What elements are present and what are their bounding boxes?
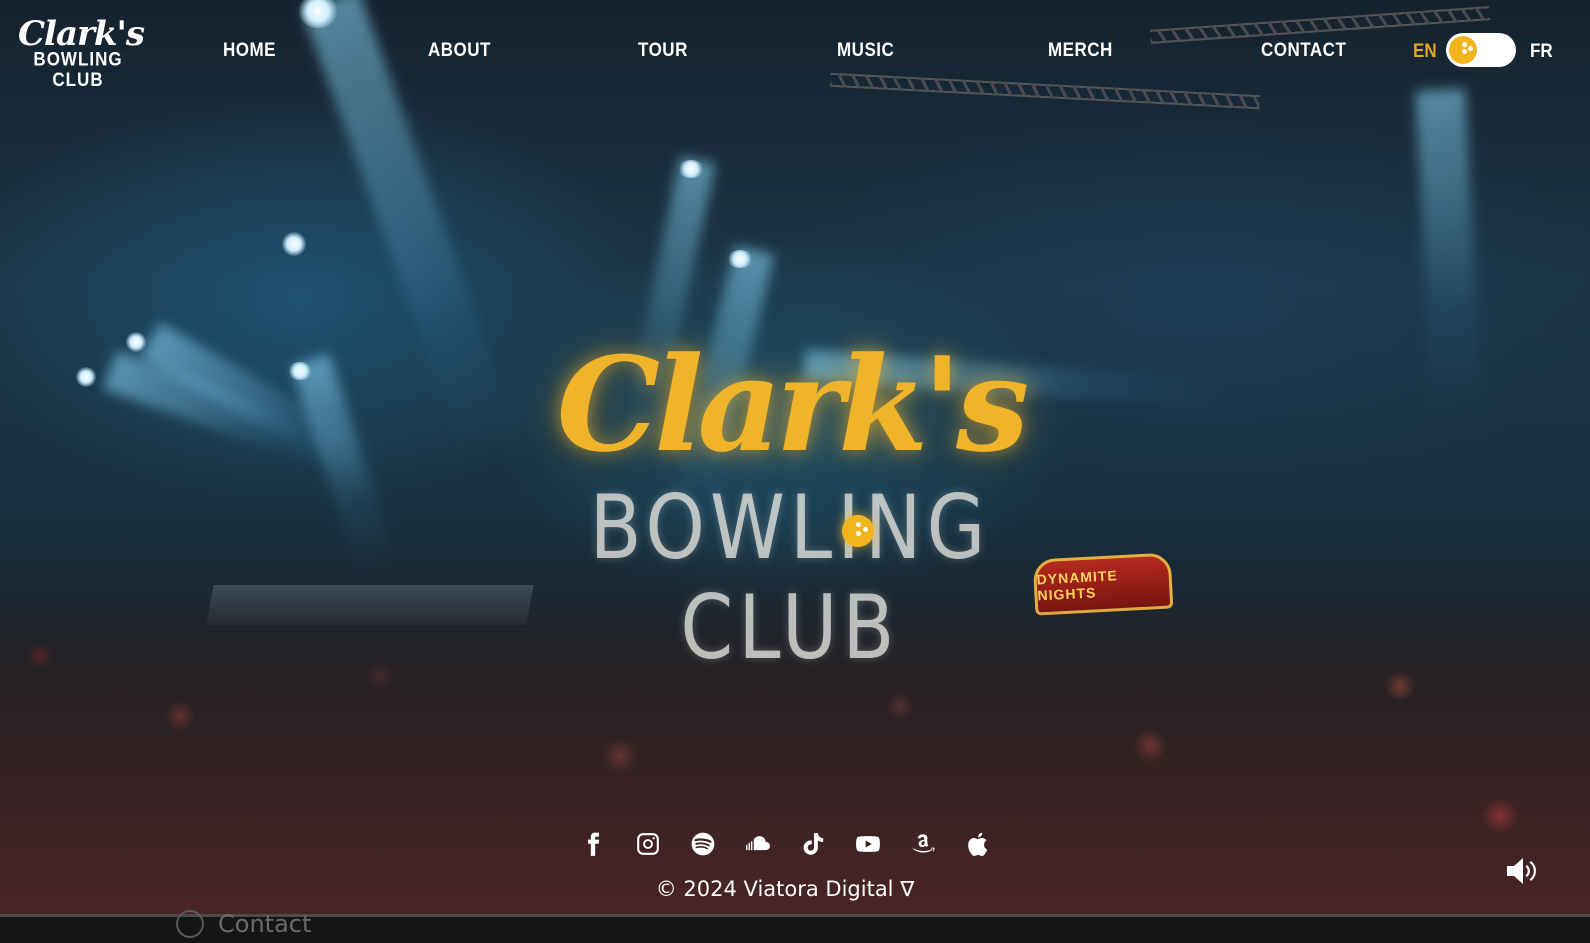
amazon-icon[interactable] [908, 828, 937, 860]
nav-merch[interactable]: MERCH [1048, 39, 1113, 62]
hero-title-script: Clark's [520, 330, 1060, 480]
nav-contact[interactable]: CONTACT [1261, 39, 1346, 62]
instagram-icon[interactable] [633, 828, 662, 860]
spotify-icon[interactable] [688, 828, 717, 860]
hero-title-sub: BOWLING CLUB [589, 476, 991, 679]
stage-light [282, 232, 306, 256]
apple-icon[interactable] [963, 828, 992, 860]
copyright-text[interactable]: © 2024 Viatora Digital ∇ [640, 877, 930, 901]
site-logo[interactable]: Clark's BOWLING CLUB [18, 14, 145, 91]
bowling-ball-icon [1449, 36, 1477, 64]
soundcloud-icon[interactable] [743, 828, 772, 860]
stage-light [76, 367, 96, 387]
language-toggle[interactable] [1446, 33, 1516, 67]
logo-subtitle: BOWLING CLUB [33, 48, 123, 91]
stage-light [727, 250, 753, 268]
light-beam [290, 353, 398, 576]
nav-home[interactable]: HOME [223, 39, 276, 62]
stage-light [678, 160, 704, 178]
tiktok-icon[interactable] [798, 828, 827, 860]
volume-icon[interactable] [1505, 856, 1541, 886]
nav-about[interactable]: ABOUT [428, 39, 491, 62]
stage-light [288, 362, 312, 380]
light-beam [1415, 88, 1482, 411]
stage-light [126, 332, 146, 352]
logo-script: Clark's [18, 14, 145, 54]
lang-fr[interactable]: FR [1530, 40, 1553, 63]
facebook-icon[interactable] [578, 828, 607, 860]
bowling-ball-icon [842, 515, 874, 547]
lang-en[interactable]: EN [1413, 40, 1437, 63]
nav-music[interactable]: MUSIC [837, 39, 894, 62]
contact-section-peek: Contact [176, 910, 311, 938]
contact-icon [176, 910, 204, 938]
nav-tour[interactable]: TOUR [638, 39, 688, 62]
contact-heading: Contact [218, 910, 312, 938]
lighting-truss [829, 72, 1261, 110]
youtube-icon[interactable] [853, 828, 882, 860]
social-links [578, 828, 992, 860]
